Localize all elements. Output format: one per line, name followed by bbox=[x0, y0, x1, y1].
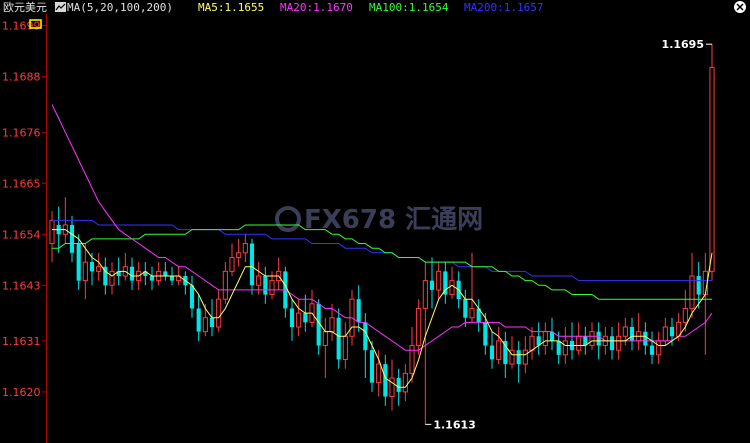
candle-body bbox=[82, 261, 88, 282]
candle-body bbox=[629, 327, 635, 341]
indicator-label: MA(5,20,100,200) bbox=[67, 1, 173, 14]
candle-body bbox=[263, 276, 268, 295]
candle-body bbox=[289, 308, 295, 327]
candle-body bbox=[596, 331, 601, 346]
candle-body bbox=[622, 326, 628, 337]
candle-body bbox=[169, 276, 175, 281]
candle-body bbox=[609, 336, 615, 351]
y-tick-label: 1.1688 bbox=[2, 71, 41, 84]
symbol-label: 欧元美元 bbox=[3, 1, 47, 14]
candle-body bbox=[189, 285, 195, 309]
candle-body bbox=[542, 331, 548, 347]
candle-body bbox=[496, 340, 502, 360]
candle-body bbox=[489, 345, 495, 360]
candle-body bbox=[402, 372, 408, 393]
candle-body bbox=[516, 350, 521, 365]
candle-body bbox=[296, 312, 302, 328]
candle-body bbox=[643, 331, 648, 346]
candle-body bbox=[616, 335, 622, 351]
line-chart-icon[interactable] bbox=[55, 2, 66, 12]
y-tick-label: 1.1620 bbox=[2, 386, 41, 399]
low-label: 1.1613 bbox=[433, 418, 475, 431]
ma5-value: MA5:1.1655 bbox=[198, 1, 264, 14]
watermark: FX678 汇通网 bbox=[275, 205, 483, 235]
y-tick-label: 1.1654 bbox=[2, 228, 41, 241]
y-tick-label: 1.1665 bbox=[2, 177, 41, 190]
candle-body bbox=[322, 331, 328, 347]
candle-body bbox=[303, 313, 308, 323]
high-label: 1.1695 bbox=[662, 38, 704, 51]
candle-body bbox=[396, 378, 401, 392]
candle-body bbox=[416, 307, 422, 347]
candle-body bbox=[576, 335, 582, 351]
candle-body bbox=[422, 280, 428, 309]
price-chart[interactable]: FX678 汇通网 1.1699 1.1688 1.1676 1.1665 1.1654… bbox=[0, 0, 750, 443]
candle-body bbox=[96, 266, 102, 272]
candle-body bbox=[89, 262, 95, 272]
candle-body bbox=[376, 363, 382, 384]
candle-body bbox=[662, 326, 668, 342]
candle-body bbox=[269, 280, 275, 296]
candle-body bbox=[709, 66, 715, 272]
candle-body bbox=[76, 243, 81, 281]
candle-body bbox=[696, 276, 701, 295]
candle-body bbox=[483, 322, 488, 346]
candle-body bbox=[356, 299, 361, 323]
candle-body bbox=[389, 377, 395, 398]
candle-body bbox=[383, 364, 388, 397]
candle-body bbox=[236, 252, 242, 258]
candle-body bbox=[109, 270, 115, 286]
candle-body bbox=[562, 340, 568, 356]
candle-body bbox=[463, 299, 468, 318]
ma100-value: MA100:1.1654 bbox=[369, 1, 449, 14]
candle-body bbox=[449, 280, 455, 296]
watermark-text: FX678 汇通网 bbox=[304, 205, 483, 235]
y-tick-label: 1.1676 bbox=[2, 126, 41, 139]
candle-body bbox=[522, 349, 528, 365]
candle-body bbox=[336, 317, 341, 360]
candle-body bbox=[229, 256, 235, 272]
ma200-value: MA200:1.1657 bbox=[464, 1, 543, 14]
y-tick-label: 1.1699 bbox=[2, 20, 41, 33]
candle-body bbox=[342, 335, 348, 360]
candle-body bbox=[249, 243, 255, 286]
candle-body bbox=[196, 308, 201, 332]
candle-body bbox=[209, 317, 215, 327]
candle-body bbox=[656, 340, 662, 356]
candle-body bbox=[363, 322, 368, 351]
candle-body bbox=[216, 298, 222, 328]
candle-body bbox=[429, 280, 435, 290]
candle-body bbox=[69, 225, 75, 253]
candle-body bbox=[529, 335, 535, 351]
candle-body bbox=[329, 317, 335, 333]
candle-body bbox=[242, 243, 248, 254]
candle-up bbox=[709, 44, 715, 281]
close-icon[interactable] bbox=[734, 1, 746, 13]
candle-body bbox=[649, 345, 655, 355]
candle-body bbox=[589, 331, 595, 347]
candle-body bbox=[682, 307, 688, 323]
candle-body bbox=[556, 340, 561, 355]
candle-body bbox=[202, 317, 208, 333]
candle-body bbox=[369, 350, 375, 383]
candle-body bbox=[163, 271, 168, 276]
candle-body bbox=[49, 219, 55, 245]
y-tick-label: 1.1643 bbox=[2, 279, 41, 292]
candle-body bbox=[129, 266, 135, 281]
candle-body bbox=[436, 270, 442, 291]
candle-body bbox=[149, 276, 155, 281]
ma20-value: MA20:1.1670 bbox=[280, 1, 353, 14]
candle-body bbox=[469, 307, 475, 319]
candle-body bbox=[222, 270, 228, 300]
candle-body bbox=[669, 327, 675, 337]
candle-body bbox=[256, 275, 262, 286]
y-tick-label: 1.1631 bbox=[2, 335, 41, 348]
